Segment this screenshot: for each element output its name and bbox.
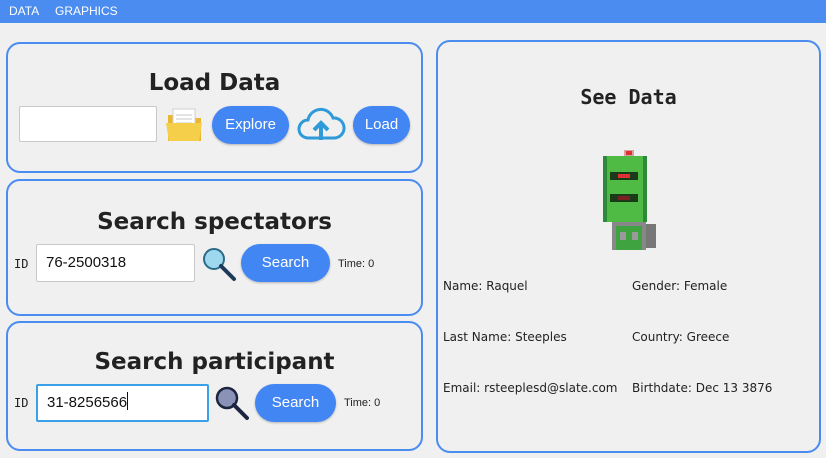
cloud-upload-icon[interactable] bbox=[296, 106, 346, 144]
birthdate-field: Birthdate: Dec 13 3876 bbox=[632, 381, 773, 395]
folder-icon[interactable] bbox=[165, 105, 205, 145]
magnifier-icon[interactable] bbox=[201, 246, 237, 282]
participant-time-label: Time: 0 bbox=[344, 397, 381, 409]
name-field: Name: Raquel bbox=[443, 279, 528, 293]
robot-avatar bbox=[603, 150, 656, 250]
spectator-id-label: ID bbox=[14, 257, 29, 271]
menu-graphics[interactable]: GRAPHICS bbox=[55, 4, 118, 18]
email-field: Email: rsteeplesd@slate.com bbox=[443, 381, 618, 395]
load-data-panel: Load Data Explore Load bbox=[6, 42, 423, 173]
load-data-title: Load Data bbox=[148, 70, 281, 96]
menu-bar: DATA GRAPHICS bbox=[0, 0, 826, 23]
search-participant-title: Search participant bbox=[94, 349, 335, 375]
participant-id-label: ID bbox=[14, 396, 29, 410]
search-spectators-title: Search spectators bbox=[97, 209, 332, 235]
gender-field: Gender: Female bbox=[632, 279, 728, 293]
file-path-input[interactable] bbox=[19, 106, 157, 142]
explore-button[interactable]: Explore bbox=[212, 106, 289, 144]
see-data-panel: See Data Name: Raquel Gender: Female Las… bbox=[436, 40, 821, 453]
menu-data[interactable]: DATA bbox=[9, 4, 39, 18]
spectator-search-button[interactable]: Search bbox=[241, 244, 330, 282]
search-participant-panel: Search participant ID 31-8256566 Search … bbox=[6, 321, 423, 451]
spectator-id-input[interactable]: 76-2500318 bbox=[36, 244, 195, 282]
magnifier-icon[interactable] bbox=[214, 385, 250, 421]
search-spectators-panel: Search spectators ID 76-2500318 Search T… bbox=[6, 179, 423, 316]
participant-search-button[interactable]: Search bbox=[255, 384, 336, 422]
last-name-field: Last Name: Steeples bbox=[443, 330, 567, 344]
spectator-time-label: Time: 0 bbox=[338, 258, 375, 270]
participant-id-input[interactable]: 31-8256566 bbox=[36, 384, 209, 422]
load-button[interactable]: Load bbox=[353, 106, 410, 144]
text-caret bbox=[127, 392, 129, 410]
see-data-title: See Data bbox=[580, 85, 677, 109]
participant-id-value: 31-8256566 bbox=[47, 394, 128, 411]
country-field: Country: Greece bbox=[632, 330, 730, 344]
